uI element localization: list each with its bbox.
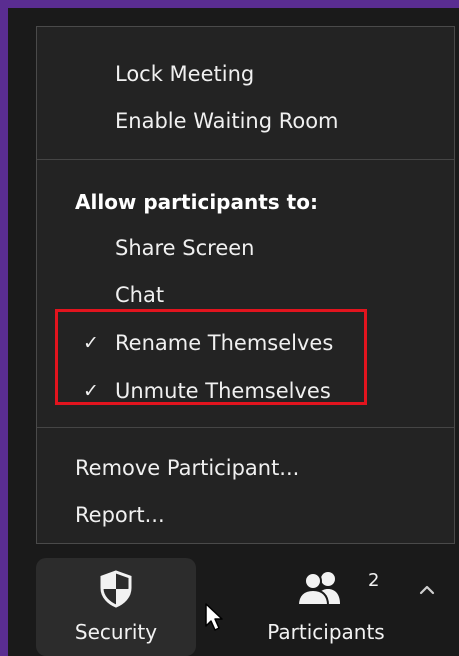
participants-icon — [296, 572, 340, 606]
meeting-window: Lock Meeting Enable Waiting Room Allow p… — [8, 8, 459, 656]
menu-item-label: Lock Meeting — [115, 62, 255, 86]
security-label: Security — [74, 620, 158, 644]
checkmark-icon: ✓ — [83, 332, 99, 354]
menu-item-chat[interactable]: Chat — [37, 274, 454, 316]
mouse-cursor-icon — [205, 603, 223, 631]
menu-item-report[interactable]: Report... — [37, 494, 454, 536]
menu-divider — [37, 427, 454, 428]
menu-item-label: Unmute Themselves — [115, 379, 331, 403]
chevron-up-icon[interactable] — [418, 584, 436, 596]
participant-count: 2 — [368, 570, 380, 591]
menu-divider — [37, 159, 454, 160]
allow-participants-heading: Allow participants to: — [75, 190, 318, 214]
security-menu: Lock Meeting Enable Waiting Room Allow p… — [36, 26, 455, 544]
menu-item-enable-waiting-room[interactable]: Enable Waiting Room — [37, 100, 454, 142]
menu-item-rename-themselves[interactable]: ✓ Rename Themselves — [37, 322, 454, 364]
menu-item-lock-meeting[interactable]: Lock Meeting — [37, 53, 454, 95]
menu-item-label: Remove Participant... — [75, 456, 300, 480]
menu-item-share-screen[interactable]: Share Screen — [37, 227, 454, 269]
menu-item-label: Chat — [115, 283, 165, 307]
shield-icon — [100, 570, 132, 608]
menu-item-remove-participant[interactable]: Remove Participant... — [37, 447, 454, 489]
menu-item-label: Share Screen — [115, 236, 255, 260]
participants-label: Participants — [267, 620, 385, 644]
meeting-toolbar: Security 2 Participants — [8, 548, 459, 656]
menu-item-label: Enable Waiting Room — [115, 109, 339, 133]
checkmark-icon: ✓ — [83, 380, 99, 402]
menu-item-label: Rename Themselves — [115, 331, 334, 355]
security-button[interactable]: Security — [36, 558, 223, 656]
menu-item-unmute-themselves[interactable]: ✓ Unmute Themselves — [37, 370, 454, 412]
participants-button[interactable]: 2 Participants — [246, 558, 406, 656]
menu-item-label: Report... — [75, 503, 165, 527]
